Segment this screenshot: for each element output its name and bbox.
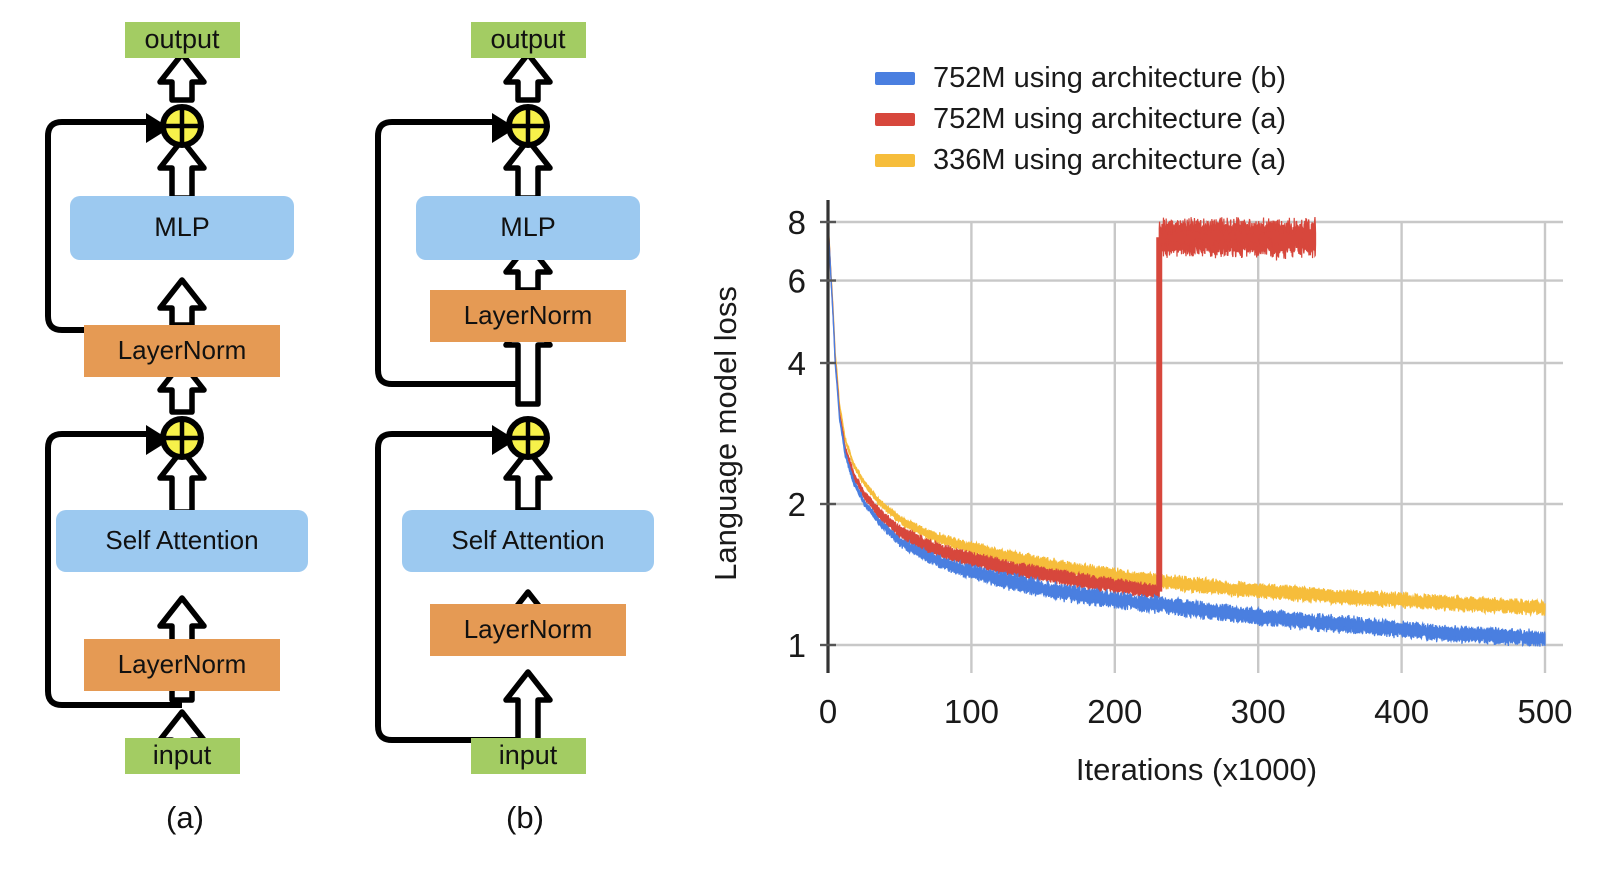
series-line-red-pre	[827, 221, 1160, 600]
x-tick-label: 400	[1374, 693, 1429, 730]
node-layernorm-bottom-label: LayerNorm	[464, 614, 593, 644]
chart-tick-labels: 1 2 4 6 8 0 100 200 300 400 500	[788, 204, 1573, 730]
residual-path-bottom-inner	[382, 438, 528, 736]
diagram-b-caption: (b)	[506, 800, 544, 835]
node-layernorm-top-label: LayerNorm	[118, 335, 247, 365]
x-tick-label: 300	[1231, 693, 1286, 730]
node-self-attention-label: Self Attention	[451, 525, 604, 555]
loss-chart-svg: 1 2 4 6 8 0 100 200 300 400 500 Iterations (x1000)…	[708, 200, 1573, 787]
node-add-top	[506, 104, 550, 148]
node-output-label: output	[144, 24, 220, 54]
chart-xlabel: Iterations (x1000)	[1076, 752, 1317, 787]
x-tick-label: 500	[1517, 693, 1572, 730]
node-add-bottom	[506, 416, 550, 460]
node-add-bottom	[160, 416, 204, 460]
arrow-add-to-output	[503, 51, 553, 103]
chart-axes	[820, 200, 836, 673]
arrow-mlp-to-add	[503, 137, 553, 201]
node-output-label: output	[490, 24, 566, 54]
y-tick-label: 1	[788, 627, 806, 664]
arrow-layernorm-top-to-mlp	[157, 277, 207, 328]
node-mlp-label: MLP	[154, 212, 210, 242]
architecture-diagram-a: output MLP LayerNorm Self Attention Laye…	[0, 0, 370, 884]
node-self-attention-label: Self Attention	[105, 525, 258, 555]
y-tick-label: 8	[788, 204, 806, 241]
arrow-add-to-output	[157, 51, 207, 103]
diagram-a-caption: (a)	[166, 800, 204, 835]
node-layernorm-top-label: LayerNorm	[464, 300, 593, 330]
y-tick-label: 4	[788, 345, 806, 382]
chart-ylabel: Language model loss	[708, 286, 743, 581]
x-tick-label: 0	[819, 693, 837, 730]
arrow-mlp-to-add	[157, 137, 207, 201]
node-mlp-label: MLP	[500, 212, 556, 242]
series-line-red-post	[1158, 216, 1317, 261]
node-add-top	[160, 104, 204, 148]
diagram-a-svg: output MLP LayerNorm Self Attention Laye…	[45, 22, 308, 774]
diagram-b-svg: output MLP LayerNorm Self Attention Laye…	[375, 22, 654, 774]
node-input-label: input	[153, 740, 212, 770]
x-tick-label: 200	[1087, 693, 1142, 730]
loss-chart-panel: 752M using architecture (b) 752M using a…	[700, 0, 1600, 884]
architecture-diagram-b: output MLP LayerNorm Self Attention Laye…	[350, 0, 700, 884]
x-tick-label: 100	[944, 693, 999, 730]
y-tick-label: 2	[788, 486, 806, 523]
y-tick-label: 6	[788, 263, 806, 300]
node-layernorm-bottom-label: LayerNorm	[118, 649, 247, 679]
node-input-label: input	[499, 740, 558, 770]
